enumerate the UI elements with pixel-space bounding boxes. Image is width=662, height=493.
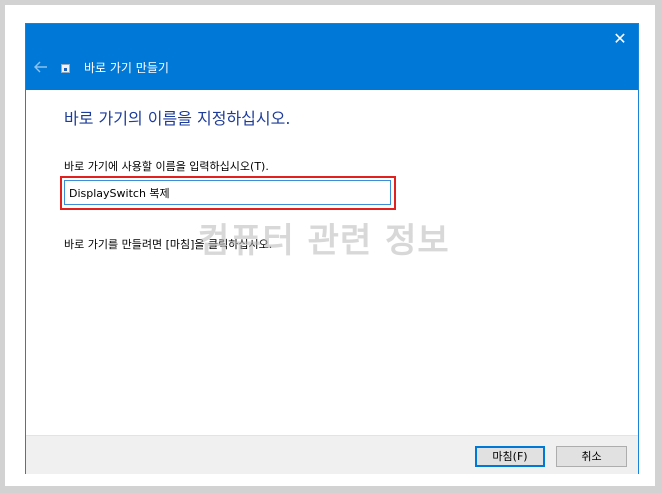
shortcut-app-icon [61,64,70,73]
finish-button[interactable]: 마침(F) [475,446,545,467]
shortcut-name-input[interactable] [64,180,391,205]
name-field-label: 바로 가기에 사용할 이름을 입력하십시오(T). [64,160,269,173]
window-title: 바로 가기 만들기 [84,61,169,75]
screenshot-frame: ✕ 바로 가기 만들기 바로 가기의 이름을 지정하십시오. 바로 가기에 사용… [5,5,655,486]
close-icon[interactable]: ✕ [610,28,630,50]
title-bar: ✕ 바로 가기 만들기 [26,24,638,90]
arrow-left-icon [34,61,47,73]
finish-instruction: 바로 가기를 만들려면 [마침]을 클릭하십시오. [64,238,273,251]
back-button[interactable] [32,58,50,76]
dialog-footer: 마침(F) 취소 [26,435,638,474]
create-shortcut-dialog: ✕ 바로 가기 만들기 바로 가기의 이름을 지정하십시오. 바로 가기에 사용… [25,23,639,474]
cancel-button[interactable]: 취소 [556,446,627,467]
page-heading: 바로 가기의 이름을 지정하십시오. [64,109,291,128]
